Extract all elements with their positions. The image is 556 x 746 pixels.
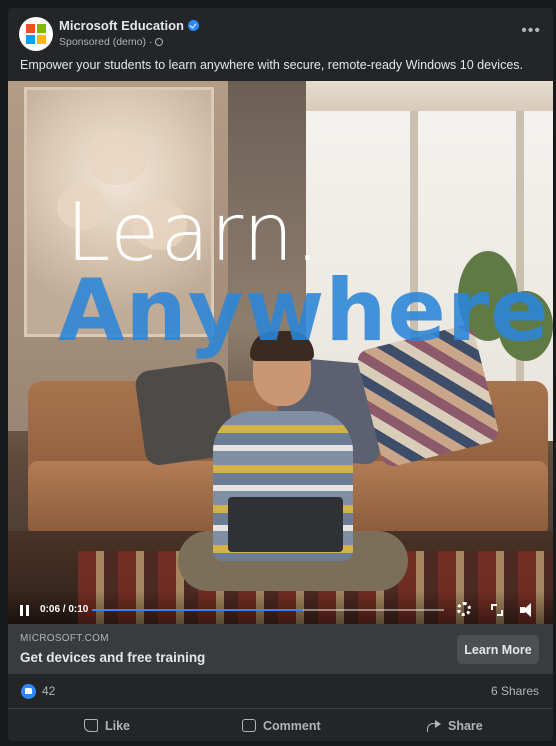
- scene-flower: [87, 130, 147, 185]
- volume-icon[interactable]: [520, 603, 534, 617]
- learn-more-button[interactable]: Learn More: [457, 635, 539, 664]
- video-progress-fill: [92, 609, 304, 611]
- post-actions: Like Comment Share: [8, 708, 553, 741]
- video-time: 0:06 / 0:10: [40, 604, 89, 615]
- microsoft-logo-avatar[interactable]: [19, 17, 53, 51]
- video-progress-bar[interactable]: [92, 609, 444, 611]
- verified-badge-icon: [187, 20, 199, 31]
- settings-icon[interactable]: [457, 602, 471, 616]
- video-controls: 0:06 / 0:10: [8, 591, 553, 624]
- sponsored-row: Sponsored (demo) ·: [59, 36, 164, 48]
- call-to-action-bar[interactable]: MICROSOFT.COM Get devices and free train…: [8, 624, 553, 674]
- share-label: Share: [448, 718, 483, 733]
- scene-laptop: [228, 497, 343, 552]
- like-reaction-icon[interactable]: [21, 684, 36, 699]
- link-domain: MICROSOFT.COM: [20, 633, 109, 644]
- logo-square-yellow: [37, 35, 46, 44]
- globe-icon: [155, 38, 164, 46]
- logo-square-red: [26, 24, 35, 33]
- reactions-bar: 42 6 Shares: [8, 674, 553, 706]
- video-player[interactable]: Learn. Anywhere. 0:06 / 0:10: [8, 81, 553, 624]
- share-button[interactable]: Share: [427, 709, 483, 741]
- logo-square-green: [37, 24, 46, 33]
- fullscreen-icon[interactable]: [491, 604, 503, 616]
- share-count[interactable]: 6 Shares: [491, 684, 539, 698]
- sponsored-label[interactable]: Sponsored (demo) ·: [59, 36, 152, 48]
- link-title[interactable]: Get devices and free training: [20, 650, 205, 665]
- like-label: Like: [105, 718, 131, 733]
- comment-icon: [242, 719, 256, 732]
- like-count[interactable]: 42: [42, 684, 55, 698]
- like-button[interactable]: Like: [84, 709, 130, 741]
- share-icon: [427, 719, 441, 732]
- logo-square-blue: [26, 35, 35, 44]
- more-options-icon[interactable]: •••: [521, 22, 541, 40]
- post-caption: Empower your students to learn anywhere …: [20, 58, 524, 72]
- comment-label: Comment: [263, 718, 321, 733]
- pause-icon[interactable]: [20, 605, 29, 616]
- page-name[interactable]: Microsoft Education: [59, 18, 184, 33]
- video-headline-anywhere: Anywhere.: [58, 261, 553, 361]
- sponsored-post-card: Microsoft Education Sponsored (demo) · •…: [8, 8, 553, 741]
- comment-button[interactable]: Comment: [242, 709, 321, 741]
- page-name-row: Microsoft Education: [59, 18, 199, 33]
- thumbs-up-icon: [84, 719, 98, 732]
- post-header: Microsoft Education Sponsored (demo) · •…: [8, 8, 553, 58]
